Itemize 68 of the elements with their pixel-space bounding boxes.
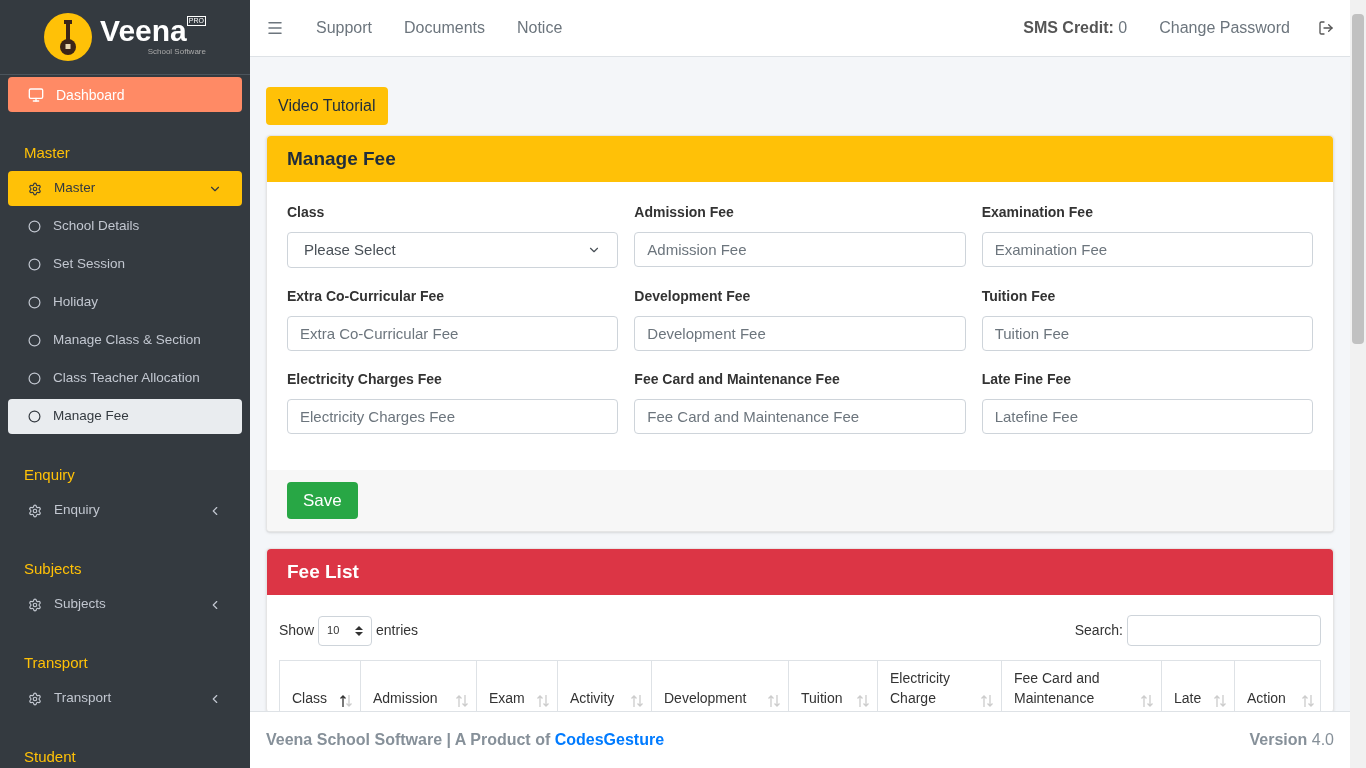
footer-text: Veena School Software | A Product of CodesGesture xyxy=(266,730,665,750)
circle-icon xyxy=(28,334,41,347)
search-label: Search: xyxy=(1074,621,1123,640)
section-heading: Master xyxy=(23,143,71,163)
input-field[interactable]: Development Fee xyxy=(634,316,966,351)
input-field[interactable]: Electricity Charges Fee xyxy=(287,399,619,434)
logo-tagline: School Software xyxy=(147,46,206,58)
gear-icon xyxy=(28,691,42,706)
submenu-item[interactable]: School Details xyxy=(8,209,242,244)
nav-link[interactable]: Support xyxy=(300,16,389,40)
gear-icon xyxy=(28,181,42,196)
submenu-item[interactable]: Manage Class & Section xyxy=(8,323,242,358)
nav-link[interactable]: Documents xyxy=(388,16,501,40)
version-text: Version 4.0 xyxy=(1249,730,1334,750)
nav-link[interactable]: Notice xyxy=(500,16,579,40)
monitor-icon xyxy=(28,86,44,103)
menu-group[interactable]: Subjects xyxy=(8,587,242,622)
input-field[interactable]: Admission Fee xyxy=(634,232,966,267)
field-label: Tuition Fee xyxy=(981,287,1057,306)
class-select[interactable]: Please Select xyxy=(287,232,619,268)
field-label: Examination Fee xyxy=(981,203,1094,222)
show-label: Show xyxy=(279,621,315,640)
input-field[interactable]: Extra Co-Curricular Fee xyxy=(287,316,619,351)
section-heading: Student xyxy=(23,747,77,767)
change-password-link[interactable]: Change Password xyxy=(1143,16,1306,40)
field-label: Class xyxy=(287,203,326,222)
menu-group[interactable]: Master xyxy=(8,171,242,206)
submenu-item[interactable]: Manage Fee xyxy=(8,399,242,434)
column-header[interactable]: Action xyxy=(1235,661,1322,711)
menu-icon[interactable] xyxy=(266,19,284,37)
input-field[interactable]: Tuition Fee xyxy=(981,316,1313,351)
scrollbar[interactable] xyxy=(1350,0,1366,768)
input-field[interactable]: Fee Card and Maintenance Fee xyxy=(634,399,966,434)
circle-icon xyxy=(28,372,41,385)
page-size-select[interactable]: 10 xyxy=(318,615,373,646)
updown-caret-icon xyxy=(355,625,364,636)
logout-icon[interactable] xyxy=(1318,20,1334,36)
codesgesture-link[interactable]: CodesGesture xyxy=(554,731,665,748)
section-heading: Subjects xyxy=(23,559,83,579)
circle-icon xyxy=(28,296,41,309)
field-label: Admission Fee xyxy=(634,203,735,222)
field-label: Extra Co-Curricular Fee xyxy=(287,287,446,306)
video-tutorial-button[interactable]: Video Tutorial xyxy=(266,87,388,125)
submenu-item[interactable]: Set Session xyxy=(8,247,242,282)
circle-icon xyxy=(28,410,41,423)
input-field[interactable]: Examination Fee xyxy=(981,232,1313,267)
card-title: Fee List xyxy=(287,559,359,584)
circle-icon xyxy=(28,220,41,233)
field-label: Fee Card and Maintenance Fee xyxy=(634,370,841,389)
sms-credit[interactable]: SMS Credit: 0 xyxy=(1007,16,1144,40)
menu-group[interactable]: Enquiry xyxy=(8,493,242,528)
menu-group[interactable]: Transport xyxy=(8,681,242,716)
field-label: Late Fine Fee xyxy=(981,370,1073,389)
field-label: Electricity Charges Fee xyxy=(287,370,443,389)
search-field[interactable] xyxy=(1127,615,1321,646)
gear-icon xyxy=(28,503,42,518)
circle-icon xyxy=(28,258,41,271)
field-label: Development Fee xyxy=(634,287,752,306)
logo-name: Veena xyxy=(100,16,187,46)
submenu-item[interactable]: Class Teacher Allocation xyxy=(8,361,242,396)
card-title: Manage Fee xyxy=(287,146,396,171)
section-heading: Enquiry xyxy=(23,465,76,485)
gear-icon xyxy=(28,597,42,612)
section-heading: Transport xyxy=(23,653,89,673)
logo-icon xyxy=(44,13,93,61)
submenu-item[interactable]: Holiday xyxy=(8,285,242,320)
entries-label: entries xyxy=(376,621,419,640)
input-field[interactable]: Latefine Fee xyxy=(981,399,1313,434)
